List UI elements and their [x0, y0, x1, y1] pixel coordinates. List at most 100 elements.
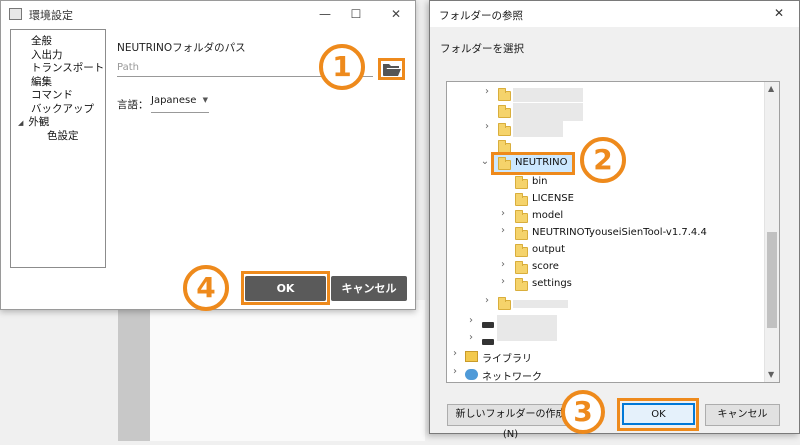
tree-item-io[interactable]: 入出力 [11, 47, 105, 61]
folder-name: output [532, 244, 565, 255]
folder-icon [515, 210, 528, 223]
tree-row-network[interactable]: › ネットワーク [447, 366, 747, 383]
step-badge-2: 2 [580, 137, 626, 183]
tree-item-color-settings[interactable]: 色設定 [11, 128, 105, 142]
folder-name: NEUTRINOTyouseiSienTool-v1.7.4.4 [532, 227, 707, 238]
tree-item-general[interactable]: 全般 [11, 33, 105, 47]
chevron-right-icon[interactable]: › [498, 259, 508, 270]
tree-item-edit[interactable]: 編集 [11, 74, 105, 88]
chevron-right-icon[interactable]: › [450, 348, 460, 359]
language-select[interactable]: Japanese ▼ [151, 95, 209, 113]
folder-icon [515, 193, 528, 206]
folder-icon [498, 157, 511, 170]
chevron-right-icon[interactable]: › [482, 295, 492, 306]
tree-item-command[interactable]: コマンド [11, 87, 105, 101]
scrollbar-thumb[interactable] [767, 232, 777, 328]
hidden-folder-name [513, 300, 568, 308]
folder-icon [498, 123, 511, 136]
drive-icon [482, 322, 494, 328]
tree-row[interactable]: › [447, 121, 747, 138]
folder-name: score [532, 261, 559, 272]
ok-highlight-frame [241, 271, 330, 305]
library-icon [465, 351, 478, 362]
tree-row[interactable]: › settings [447, 276, 747, 293]
tree-row[interactable]: › score [447, 259, 747, 276]
tree-item-transport[interactable]: トランスポート [11, 60, 105, 74]
network-icon [465, 369, 478, 380]
tree-row[interactable]: LICENSE [447, 191, 747, 208]
folder-icon [515, 227, 528, 240]
chevron-down-icon[interactable]: ⌄ [480, 156, 490, 167]
step-badge-1: 1 [319, 44, 365, 90]
new-folder-button[interactable]: 新しいフォルダーの作成(N) [447, 404, 574, 440]
hidden-folder-name [513, 88, 583, 102]
scroll-down-icon[interactable]: ▼ [768, 370, 774, 379]
folder-icon [498, 297, 511, 310]
library-label: ライブラリ [482, 354, 532, 365]
tree-item-appearance[interactable]: ◢ 外観 [11, 114, 105, 128]
scroll-up-icon[interactable]: ▲ [768, 84, 774, 93]
chevron-right-icon[interactable]: › [498, 276, 508, 287]
cancel-button[interactable]: キャンセル [331, 276, 407, 301]
chevron-right-icon[interactable]: › [498, 225, 508, 236]
folder-icon [498, 88, 511, 101]
folder-icon [498, 105, 511, 118]
hidden-folder-name [513, 121, 563, 137]
dialog-title: フォルダーの参照 [439, 10, 523, 22]
folder-icon [515, 244, 528, 257]
maximize-icon[interactable]: ☐ [348, 6, 364, 22]
dialog-close-icon[interactable]: ✕ [774, 6, 784, 20]
browse-folder-button[interactable] [378, 58, 405, 80]
folder-name: LICENSE [532, 193, 574, 204]
chevron-right-icon[interactable]: › [450, 366, 460, 377]
tree-row[interactable]: › model [447, 208, 747, 225]
neutrino-path-label: NEUTRINOフォルダのパス [117, 42, 246, 54]
folder-name: model [532, 210, 564, 221]
app-icon [9, 8, 22, 20]
chevron-right-icon[interactable]: › [466, 332, 476, 343]
tree-row[interactable]: › [447, 315, 747, 341]
folder-tree[interactable]: › › ⌄ NEUTRINO bin LICENSE › model › NEU… [446, 81, 780, 383]
expand-icon[interactable]: ◢ [18, 119, 23, 127]
background-panel [150, 300, 425, 441]
folder-open-icon [383, 64, 401, 76]
window-title: 環境設定 [29, 9, 73, 22]
chevron-right-icon[interactable]: › [482, 86, 492, 97]
dialog-prompt: フォルダーを選択 [440, 43, 524, 55]
chevron-right-icon[interactable]: › [482, 121, 492, 132]
folder-icon [515, 261, 528, 274]
vertical-scrollbar[interactable]: ▲ ▼ [764, 82, 779, 382]
background-panel [118, 300, 150, 441]
close-icon[interactable]: ✕ [388, 6, 404, 22]
title-bar: 環境設定 — ☐ ✕ [1, 1, 415, 27]
dialog-title-bar: フォルダーの参照 ✕ [430, 1, 799, 27]
tree-row-library[interactable]: › ライブラリ [447, 348, 747, 365]
settings-category-tree: 全般 入出力 トランスポート 編集 コマンド バックアップ ◢ 外観 色設定 [10, 29, 106, 268]
chevron-right-icon[interactable]: › [498, 208, 508, 219]
step-badge-4: 4 [183, 265, 229, 311]
drive-icon [482, 339, 494, 345]
folder-icon [515, 176, 528, 189]
folder-browse-dialog: フォルダーの参照 ✕ フォルダーを選択 › › ⌄ NEUTRINO bin L… [429, 0, 800, 440]
folder-icon [515, 278, 528, 291]
language-value: Japanese [151, 95, 197, 106]
tree-row[interactable]: output [447, 242, 747, 259]
tree-item-backup[interactable]: バックアップ [11, 101, 105, 115]
network-label: ネットワーク [482, 372, 542, 383]
folder-name: settings [532, 278, 572, 289]
tree-row[interactable]: › NEUTRINOTyouseiSienTool-v1.7.4.4 [447, 225, 747, 242]
tree-row[interactable]: › [447, 295, 747, 312]
folder-name: bin [532, 176, 548, 187]
language-label: 言語： [117, 99, 149, 111]
dropdown-arrow-icon: ▼ [202, 96, 208, 104]
dialog-ok-button[interactable]: OK [622, 403, 695, 425]
tree-row[interactable] [447, 103, 747, 121]
dialog-cancel-button[interactable]: キャンセル [705, 404, 780, 426]
hidden-folder-name [513, 103, 583, 121]
minimize-icon[interactable]: — [317, 6, 333, 22]
tree-row[interactable]: › [447, 86, 747, 103]
tree-row[interactable]: › [447, 332, 747, 349]
step-badge-3: 3 [561, 390, 605, 434]
chevron-right-icon[interactable]: › [466, 315, 476, 326]
folder-name: NEUTRINO [515, 157, 568, 168]
